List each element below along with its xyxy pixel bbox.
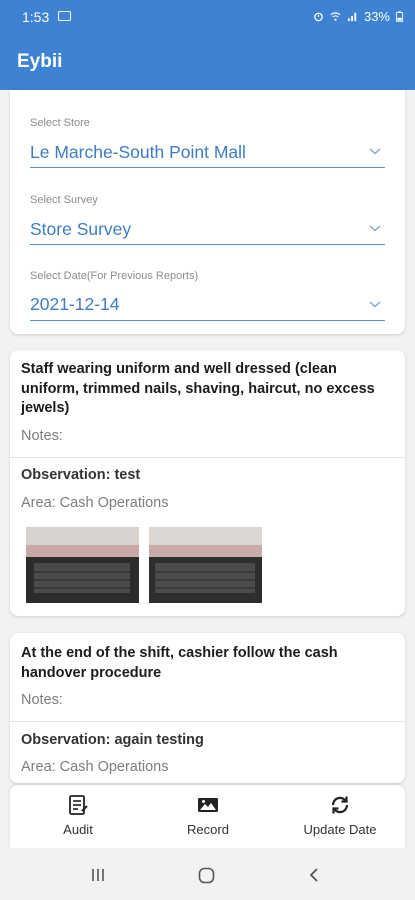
question-text: Staff wearing uniform and well dressed (… [21,361,375,416]
refresh-icon[interactable] [328,793,352,817]
filters-card: Select Store Le Marche-South Point Mall … [10,90,405,334]
wifi-icon [330,12,341,21]
photo-thumbnail[interactable] [149,527,262,603]
notes-label: Notes: [21,428,63,444]
system-nav-bar [0,848,415,900]
store-select-underline [30,167,385,168]
area-text: Area: Cash Operations [21,759,169,775]
status-time: 1:53 [22,9,50,25]
chevron-down-icon[interactable] [367,143,383,159]
survey-select-value[interactable]: Store Survey [30,219,131,240]
question-card[interactable]: Staff wearing uniform and well dressed (… [10,350,405,616]
status-bar: 1:53 33% [0,0,415,34]
question-text: At the end of the shift, cashier follow … [21,645,338,681]
nav-audit[interactable]: Audit [38,785,118,848]
recent-apps-icon[interactable] [90,867,106,883]
date-select-label: Select Date(For Previous Reports) [30,270,199,282]
audit-icon[interactable] [66,793,90,817]
divider [10,457,405,458]
alarm-icon [314,12,323,22]
image-icon[interactable] [196,793,220,817]
date-select-underline [30,320,385,321]
notes-label: Notes: [21,692,63,708]
app-bar: Eybii [0,34,415,90]
question-card[interactable]: At the end of the shift, cashier follow … [10,633,405,783]
status-right: 33% [313,9,403,24]
app-title: Eybii [17,51,63,72]
survey-select-underline [30,244,385,245]
store-select-label: Select Store [30,117,90,129]
signal-icon [347,12,357,22]
nav-update-date-label[interactable]: Update Date [292,822,388,837]
photo-thumbnail[interactable] [26,527,139,603]
nav-audit-label[interactable]: Audit [38,822,118,837]
divider [10,721,405,722]
battery-percent: 33% [363,9,390,24]
survey-select-label: Select Survey [30,194,98,206]
date-select-value[interactable]: 2021-12-14 [30,294,120,315]
chevron-down-icon[interactable] [367,220,383,236]
observation-text: Observation: again testing [21,732,204,748]
store-select-value[interactable]: Le Marche-South Point Mall [30,142,246,163]
photo-image[interactable] [26,527,139,603]
area-text: Area: Cash Operations [21,495,169,511]
photo-image[interactable] [149,527,262,603]
bottom-nav: Audit Record Update Date [10,785,405,848]
nav-record[interactable]: Record [168,785,248,848]
home-icon[interactable] [198,867,215,884]
observation-text: Observation: test [21,467,141,483]
gallery-notification-icon [58,11,71,21]
chevron-down-icon[interactable] [367,296,383,312]
battery-icon [396,11,403,22]
nav-record-label[interactable]: Record [168,822,248,837]
back-icon[interactable] [306,867,322,883]
nav-update-date[interactable]: Update Date [292,785,388,848]
